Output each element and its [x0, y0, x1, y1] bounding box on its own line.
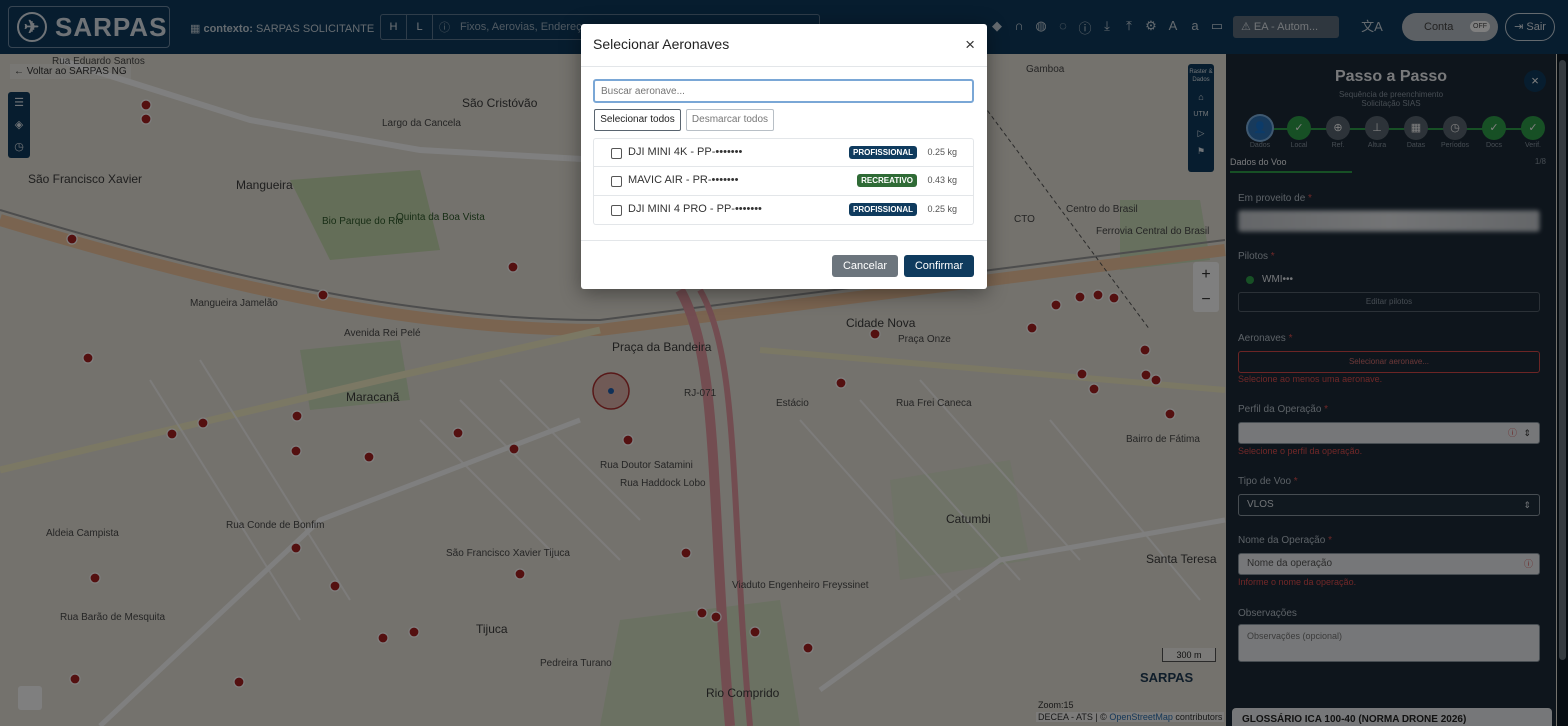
aircraft-list: DJI MINI 4K - PP-••••••• PROFISSIONAL 0.… [593, 138, 974, 225]
category-badge: PROFISSIONAL [848, 203, 917, 216]
dialog-title: Selecionar Aeronaves [593, 36, 730, 52]
aircraft-name: DJI MINI 4K - PP-••••••• [628, 146, 743, 158]
aircraft-weight: 0.25 kg [927, 147, 957, 157]
aircraft-name: MAVIC AIR - PR-••••••• [628, 174, 739, 186]
select-all-button[interactable]: Selecionar todos [594, 109, 681, 131]
confirm-button[interactable]: Confirmar [904, 255, 974, 277]
aircraft-search-input[interactable] [593, 79, 974, 103]
aircraft-item[interactable]: DJI MINI 4 PRO - PP-••••••• PROFISSIONAL… [593, 196, 974, 225]
dialog-header: Selecionar Aeronaves × [581, 24, 987, 67]
aircraft-checkbox[interactable] [611, 205, 622, 216]
select-aircraft-dialog: Selecionar Aeronaves × Selecionar todos … [581, 24, 987, 289]
category-badge: RECREATIVO [857, 174, 917, 187]
deselect-all-button[interactable]: Desmarcar todos [686, 109, 774, 131]
aircraft-item[interactable]: DJI MINI 4K - PP-••••••• PROFISSIONAL 0.… [593, 138, 974, 167]
aircraft-checkbox[interactable] [611, 148, 622, 159]
category-badge: PROFISSIONAL [848, 146, 917, 159]
close-icon[interactable]: × [965, 36, 975, 53]
aircraft-weight: 0.25 kg [927, 204, 957, 214]
dialog-footer: Cancelar Confirmar [581, 240, 987, 289]
aircraft-name: DJI MINI 4 PRO - PP-••••••• [628, 203, 762, 215]
aircraft-item[interactable]: MAVIC AIR - PR-••••••• RECREATIVO 0.43 k… [593, 167, 974, 196]
aircraft-weight: 0.43 kg [927, 175, 957, 185]
cancel-button[interactable]: Cancelar [832, 255, 898, 277]
aircraft-checkbox[interactable] [611, 176, 622, 187]
